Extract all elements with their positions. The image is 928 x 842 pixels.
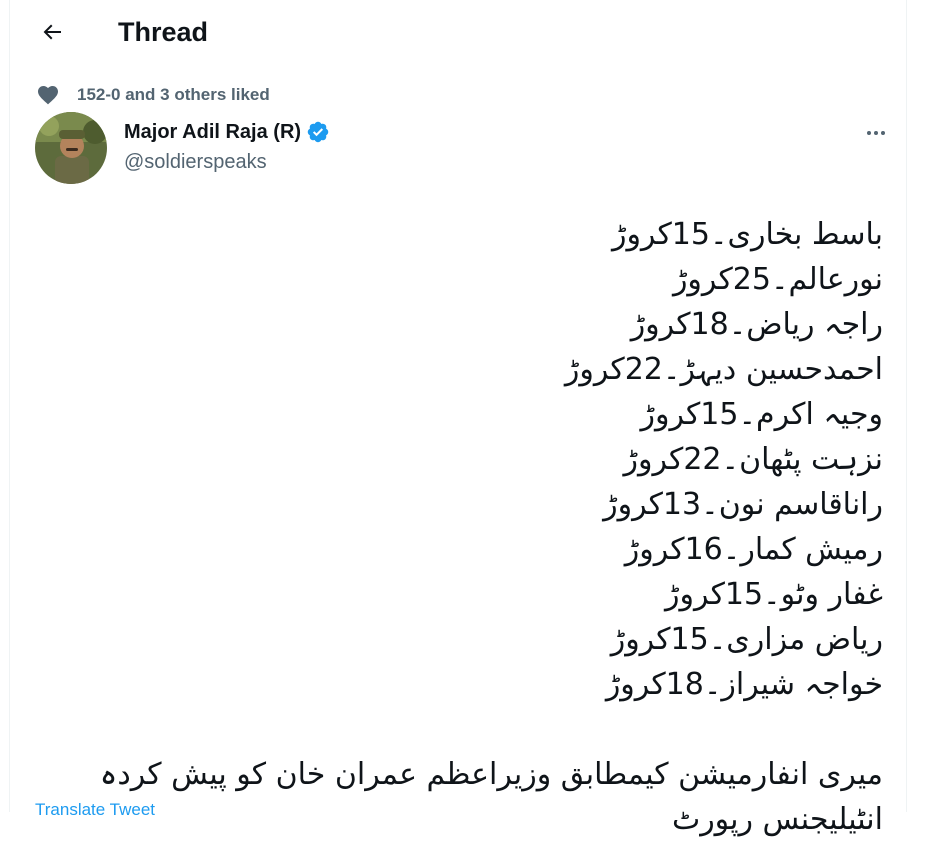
tweet-line: باسط بخاری۔15کروڑ <box>611 217 883 252</box>
thread-header: Thread <box>10 0 906 64</box>
tweet-line: راجہ ریاض۔18کروڑ <box>630 307 883 342</box>
verified-badge-icon <box>306 120 330 144</box>
tweet-line: احمدحسین دیہڑ۔22کروڑ <box>564 352 883 387</box>
avatar[interactable] <box>35 112 107 184</box>
back-button[interactable] <box>32 12 72 52</box>
more-dots-icon <box>867 131 885 135</box>
tweet-line: نورعالم۔25کروڑ <box>672 262 883 297</box>
tweet-line: ریاض مزاری۔15کروڑ <box>610 622 883 657</box>
social-context[interactable]: 152-0 and 3 others liked <box>36 83 270 107</box>
arrow-left-icon <box>43 24 61 40</box>
social-context-text: 152-0 and 3 others liked <box>77 85 270 104</box>
tweet-line: خواجہ شیراز۔18کروڑ <box>605 667 883 702</box>
more-options-button[interactable] <box>856 113 896 153</box>
tweet-text: باسط بخاری۔15کروڑ نورعالم۔25کروڑ راجہ ری… <box>50 212 883 842</box>
tweet-paragraph: میری انفارمیشن کیمطابق وزیراعظم عمران خا… <box>99 757 883 837</box>
page-title: Thread <box>118 17 209 47</box>
tweet-line: غفار وٹو۔15کروڑ <box>665 577 883 612</box>
tweet-line: نزہت پٹھان۔22کروڑ <box>623 442 883 477</box>
author-name-link[interactable]: Major Adil Raja (R) <box>124 118 330 146</box>
tweet-line: وجیہ اکرم۔15کروڑ <box>640 397 883 432</box>
author-name: Major Adil Raja (R) <box>124 121 302 143</box>
tweet-line: راناقاسم نون۔13کروڑ <box>603 487 883 522</box>
author-handle[interactable]: @soldierspeaks <box>124 149 267 175</box>
heart-icon <box>36 83 60 107</box>
tweet-line: رمیش کمار۔16کروڑ <box>624 532 883 567</box>
thread-panel: Thread 152-0 and 3 others liked Major Ad… <box>9 0 907 837</box>
translate-tweet-link[interactable]: Translate Tweet <box>35 798 155 822</box>
